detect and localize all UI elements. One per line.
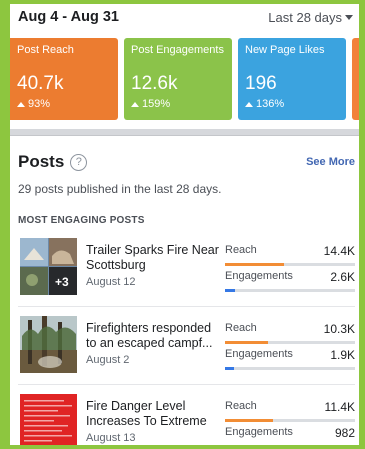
card-post-engagements[interactable]: Post Engagements 12.6k 159%	[124, 38, 232, 120]
post-title: Firefighters responded to an escaped cam…	[86, 321, 213, 350]
card-change-value: 93%	[28, 98, 51, 110]
post-date: August 2	[86, 354, 130, 366]
engagements-bar-fill	[225, 367, 235, 370]
reach-label: Reach	[225, 400, 257, 412]
reach-bar-fill	[225, 263, 284, 266]
date-range: Aug 4 - Aug 31	[18, 9, 119, 25]
card-change-value: 136%	[256, 98, 285, 110]
reach-value: 14.4K	[323, 244, 355, 258]
card-value: 12.6k	[131, 73, 178, 94]
reach-label: Reach	[225, 322, 257, 334]
card-label: New Page Likes	[245, 44, 325, 56]
reach-value: 10.3K	[323, 322, 355, 336]
posts-title: Posts ?	[18, 152, 88, 172]
caret-down-icon	[345, 14, 353, 20]
reach-value: 11.4K	[324, 400, 355, 414]
reach-bar-track	[225, 419, 355, 422]
post-title: Fire Danger Level Increases To Extreme	[86, 399, 207, 428]
reach-bar-fill	[225, 419, 274, 422]
posts-subtitle: 29 posts published in the last 28 days.	[18, 182, 222, 196]
card-change-value: 159%	[142, 98, 171, 110]
period-label: Last 28 days	[268, 9, 342, 25]
engagements-value: 982	[334, 426, 355, 440]
row-divider	[18, 306, 355, 307]
reach-bar-track	[225, 263, 355, 266]
help-icon[interactable]: ?	[70, 153, 88, 171]
card-post-reach[interactable]: Post Reach 40.7k 93%	[10, 38, 118, 120]
engagements-metric: Engagements 1.9K	[225, 348, 355, 370]
post-thumbnail: +3	[20, 238, 77, 295]
reach-label: Reach	[225, 244, 257, 256]
post-date: August 13	[86, 432, 136, 444]
card-next-partial[interactable]	[352, 38, 359, 120]
arrow-up-icon	[245, 101, 253, 107]
card-new-page-likes[interactable]: New Page Likes 196 136%	[238, 38, 346, 120]
engagements-label: Engagements	[225, 426, 293, 438]
card-change: 136%	[245, 98, 339, 110]
engagements-metric: Engagements 982	[225, 426, 355, 445]
reach-metric: Reach 11.4K	[225, 400, 355, 422]
arrow-up-icon	[17, 101, 25, 107]
reach-metric: Reach 14.4K	[225, 244, 355, 266]
row-divider	[18, 384, 355, 385]
post-row-3[interactable]: Fire Danger Level Increases To Extreme A…	[18, 394, 355, 445]
summary-cards[interactable]: Post Reach 40.7k 93% Post Engagements 12…	[10, 38, 359, 120]
reach-bar-track	[225, 341, 355, 344]
card-value: 196	[245, 73, 277, 94]
photo-count: +3	[55, 275, 69, 289]
insights-header: Aug 4 - Aug 31 Last 28 days	[10, 4, 359, 30]
engagements-label: Engagements	[225, 348, 293, 360]
engagements-value: 1.9K	[330, 348, 355, 362]
engagements-bar-fill	[225, 289, 236, 292]
most-engaging-label: MOST ENGAGING POSTS	[18, 215, 145, 226]
post-row-1[interactable]: +3 Trailer Sparks Fire Near Scottsburg A…	[18, 238, 355, 302]
card-value: 40.7k	[17, 73, 64, 94]
post-row-2[interactable]: Firefighters responded to an escaped cam…	[18, 316, 355, 380]
insights-panel: Aug 4 - Aug 31 Last 28 days Post Reach 4…	[10, 4, 359, 445]
post-thumbnail	[20, 316, 77, 373]
reach-metric: Reach 10.3K	[225, 322, 355, 344]
engagements-label: Engagements	[225, 270, 293, 282]
period-dropdown[interactable]: Last 28 days	[268, 10, 353, 25]
posts-title-text: Posts	[18, 152, 65, 171]
reach-bar-fill	[225, 341, 268, 344]
section-divider	[10, 129, 359, 136]
arrow-up-icon	[131, 101, 139, 107]
engagements-value: 2.6K	[330, 270, 355, 284]
posts-header: Posts ? See More	[18, 152, 355, 172]
post-thumbnail	[20, 394, 77, 445]
card-label: Post Engagements	[131, 44, 224, 56]
post-date: August 12	[86, 276, 136, 288]
engagements-metric: Engagements 2.6K	[225, 270, 355, 292]
card-label: Post Reach	[17, 44, 74, 56]
card-change: 159%	[131, 98, 225, 110]
card-change: 93%	[17, 98, 111, 110]
engagements-bar-track	[225, 289, 355, 292]
engagements-bar-track	[225, 367, 355, 370]
see-more-link[interactable]: See More	[306, 156, 355, 168]
post-title: Trailer Sparks Fire Near Scottsburg	[86, 243, 219, 272]
